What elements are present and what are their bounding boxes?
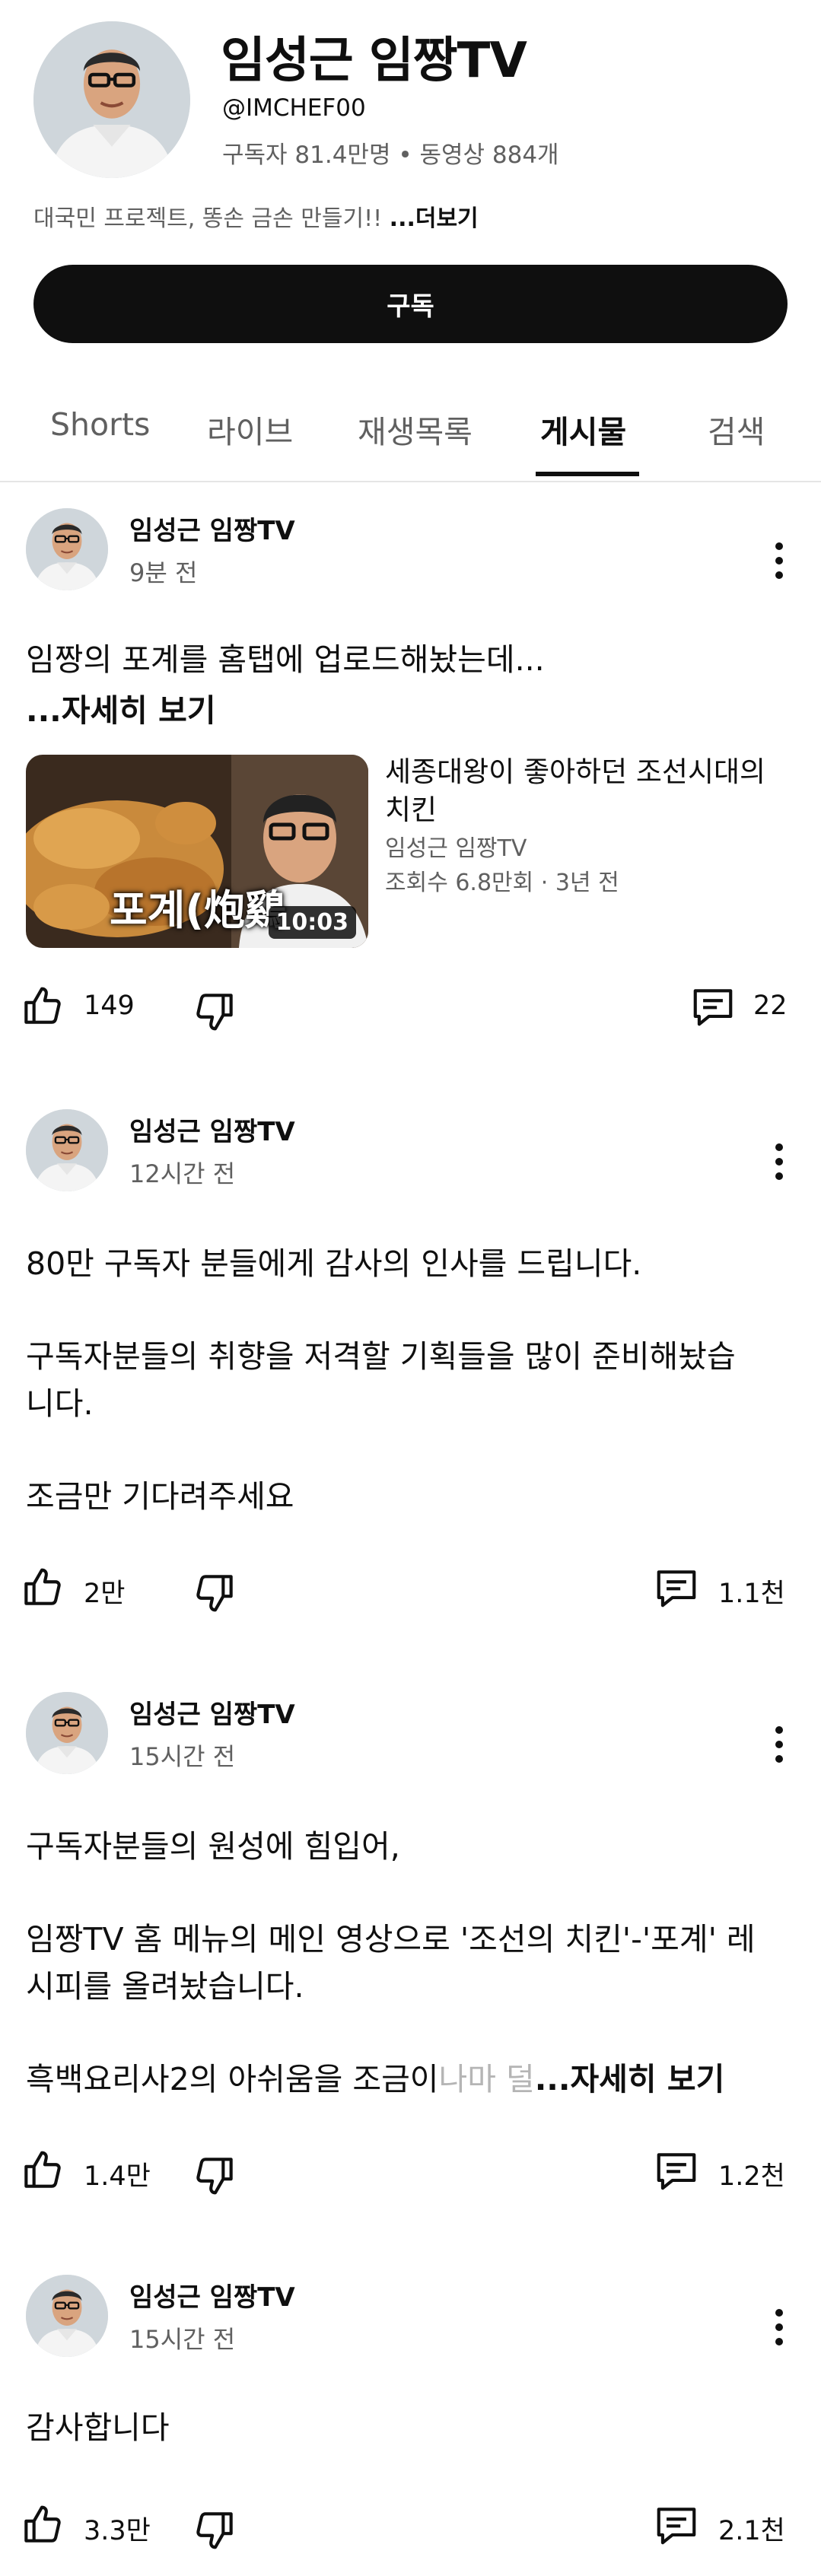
channel-name: 임성근 임짱TV xyxy=(221,33,527,89)
comment-icon[interactable] xyxy=(689,983,737,1030)
thumbs-up-icon[interactable] xyxy=(18,2501,65,2549)
post-author-name[interactable]: 임성근 임짱TV xyxy=(129,2276,295,2314)
thumbs-down-icon[interactable] xyxy=(192,1569,239,1616)
thumbs-down-icon[interactable] xyxy=(192,2506,239,2553)
subscribe-button[interactable]: 구독 xyxy=(33,265,788,343)
more-vert-icon[interactable] xyxy=(764,534,794,587)
thumbs-up-icon[interactable] xyxy=(18,983,65,1030)
comment-count: 1.2천 xyxy=(718,2161,785,2192)
video-title[interactable]: 세종대왕이 좋아하던 조선시대의 치킨 xyxy=(385,753,788,829)
post-time: 15시간 전 xyxy=(129,1742,236,1771)
comment-icon[interactable] xyxy=(653,2501,700,2549)
post-author-avatar[interactable] xyxy=(26,2275,108,2357)
tab-search[interactable]: 검색 xyxy=(708,406,765,452)
post-text-segment: 흑백요리사2의 아쉬움을 조금이 xyxy=(26,2061,439,2097)
comment-icon[interactable] xyxy=(653,2147,700,2194)
post-author-avatar[interactable] xyxy=(26,1692,108,1774)
channel-handle: @IMCHEF00 xyxy=(222,94,366,122)
channel-description[interactable]: 대국민 프로젝트, 똥손 금손 만들기!! ...더보기 xyxy=(33,199,479,233)
post-text-line: 니다. xyxy=(26,1385,94,1422)
post-author-name[interactable]: 임성근 임짱TV xyxy=(129,1111,295,1148)
read-more-link[interactable]: ...자세히 보기 xyxy=(535,2061,725,2097)
post-author-name[interactable]: 임성근 임짱TV xyxy=(129,1693,295,1731)
post-text-last-line: 흑백요리사2의 아쉬움을 조금이나마 덜...자세히 보기 xyxy=(26,2056,724,2103)
tab-playlists[interactable]: 재생목록 xyxy=(358,406,473,452)
comment-icon[interactable] xyxy=(653,1564,700,1611)
post-text-line: 감사합니다 xyxy=(26,2409,170,2446)
thumbs-down-icon[interactable] xyxy=(192,2151,239,2199)
channel-tabs: Shorts 라이브 재생목록 게시물 검색 xyxy=(0,380,821,482)
like-count: 149 xyxy=(84,991,135,1021)
more-vert-icon[interactable] xyxy=(764,1135,794,1188)
video-duration-badge: 10:03 xyxy=(268,906,356,939)
like-count: 1.4만 xyxy=(84,2161,151,2192)
video-thumbnail[interactable]: 포계(炮鷄 10:03 xyxy=(26,755,368,948)
channel-description-text: 대국민 프로젝트, 똥손 금손 만들기!! xyxy=(33,205,390,232)
post-text-line: 구독자분들의 원성에 힘입어, xyxy=(26,1828,400,1865)
post-time: 9분 전 xyxy=(129,558,198,587)
tab-live[interactable]: 라이브 xyxy=(207,406,293,452)
post-text-faded: 나마 덜 xyxy=(438,2061,535,2097)
video-meta: 조회수 6.8만회 · 3년 전 xyxy=(385,870,619,896)
comment-count: 22 xyxy=(753,991,788,1021)
more-vert-icon[interactable] xyxy=(764,1718,794,1771)
post-time: 15시간 전 xyxy=(129,2325,236,2354)
thumbs-up-icon[interactable] xyxy=(18,2147,65,2194)
comment-count: 1.1천 xyxy=(718,1579,785,1609)
post-time: 12시간 전 xyxy=(129,1159,236,1188)
like-count: 3.3만 xyxy=(84,2516,151,2546)
post-text-line: 조금만 기다려주세요 xyxy=(26,1478,294,1515)
post-text-line: 구독자분들의 취향을 저격할 기획들을 많이 준비해놨습 xyxy=(26,1338,736,1375)
post-text-line: 임짱TV 홈 메뉴의 메인 영상으로 '조선의 치킨'-'포계' 레 xyxy=(26,1921,756,1957)
channel-stats: 구독자 81.4만명 • 동영상 884개 xyxy=(222,142,559,169)
post-text-line: 시피를 올려놨습니다. xyxy=(26,1968,304,2005)
comment-count: 2.1천 xyxy=(718,2516,785,2546)
channel-avatar[interactable] xyxy=(33,21,190,178)
post-text-line: 임짱의 포계를 홈탭에 업로드해놨는데... xyxy=(26,641,545,678)
thumbnail-caption: 포계(炮鷄 xyxy=(110,886,287,934)
description-more-link[interactable]: ...더보기 xyxy=(390,205,479,232)
read-more-link[interactable]: ...자세히 보기 xyxy=(26,685,216,730)
post-text-line: 80만 구독자 분들에게 감사의 인사를 드립니다. xyxy=(26,1245,642,1282)
video-channel: 임성근 임짱TV xyxy=(385,835,527,862)
post-author-name[interactable]: 임성근 임짱TV xyxy=(129,510,295,547)
tab-posts[interactable]: 게시물 xyxy=(540,406,626,452)
thumbs-up-icon[interactable] xyxy=(18,1564,65,1611)
post-author-avatar[interactable] xyxy=(26,508,108,590)
like-count: 2만 xyxy=(84,1579,126,1609)
tab-shorts[interactable]: Shorts xyxy=(50,406,150,443)
more-vert-icon[interactable] xyxy=(764,2301,794,2354)
active-tab-indicator xyxy=(536,472,639,476)
thumbs-down-icon[interactable] xyxy=(192,987,239,1035)
post-author-avatar[interactable] xyxy=(26,1109,108,1191)
